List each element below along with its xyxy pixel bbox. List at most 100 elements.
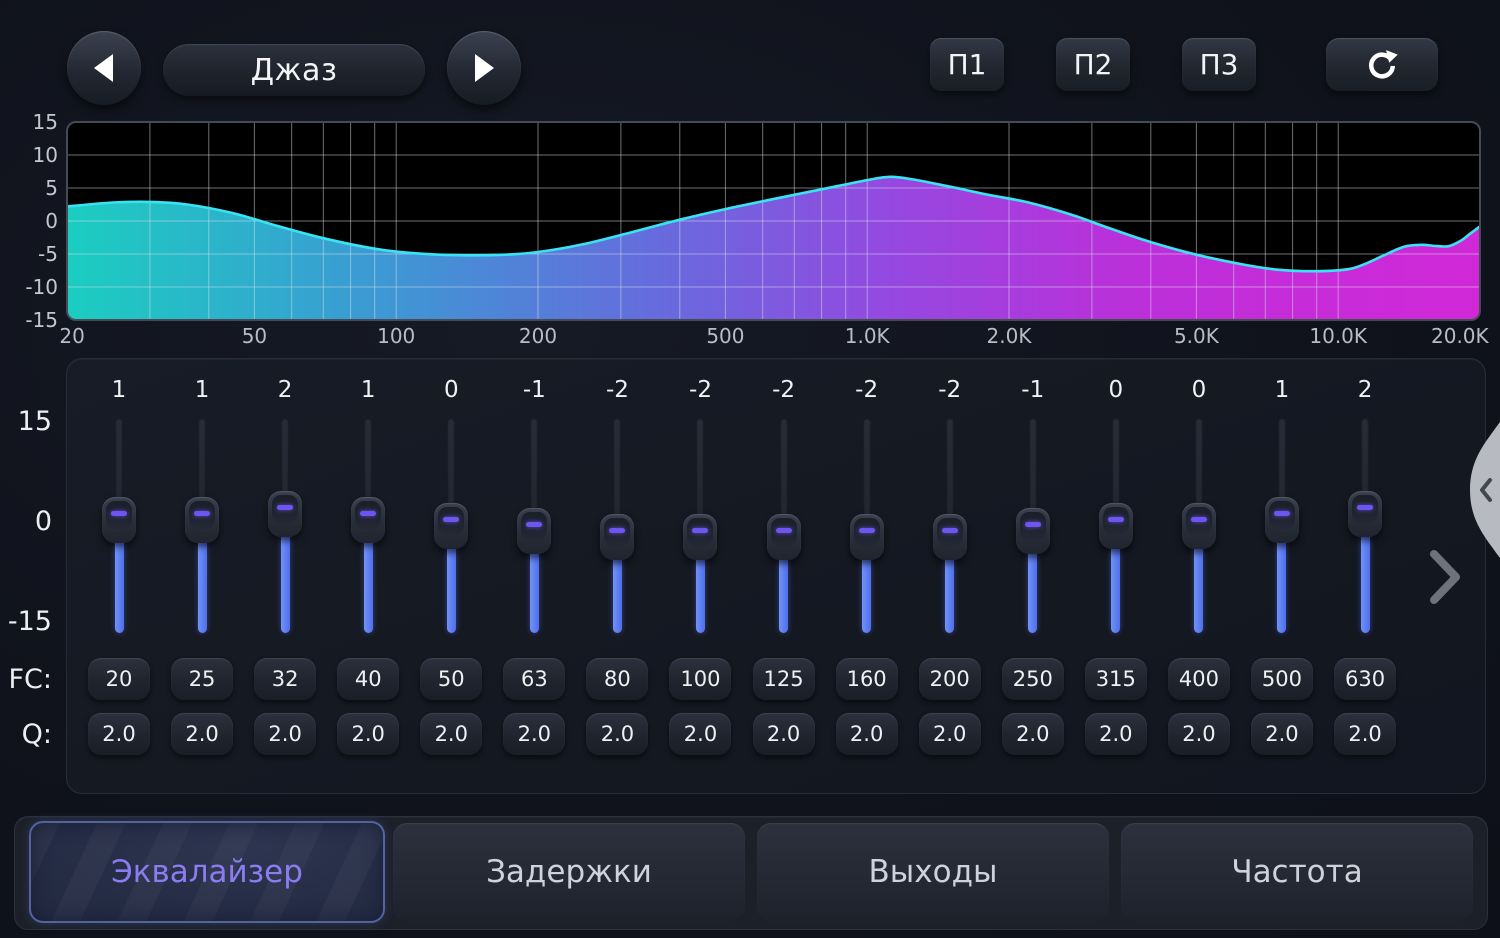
band-slider-fill [862,554,871,633]
band-q-button[interactable]: 2.0 [171,713,233,755]
side-drawer-handle[interactable] [1462,422,1500,562]
thumb-dash-icon [443,517,459,522]
band-slider-fill [1194,543,1203,634]
thumb-dash-icon [1357,505,1373,510]
band-fc-button[interactable]: 63 [503,658,565,700]
graph-y-tick: 0 [6,210,58,232]
prev-icon [89,51,119,85]
next-preset-button[interactable] [447,31,521,105]
band-fc-button[interactable]: 630 [1334,658,1396,700]
band-slider-thumb[interactable] [767,514,801,560]
graph-y-tick: 15 [6,111,58,133]
memory-button-2[interactable]: П2 [1056,38,1130,91]
chevron-right-icon [1428,548,1462,606]
band-fc-button[interactable]: 400 [1168,658,1230,700]
band-slider-thumb[interactable] [185,497,219,543]
band-q-button[interactable]: 2.0 [503,713,565,755]
band-gain-value: 2 [278,377,293,403]
graph-x-tick: 500 [706,324,744,348]
preset-name-label: Джаз [251,53,338,88]
band-q-button[interactable]: 2.0 [254,713,316,755]
band-q-button[interactable]: 2.0 [586,713,648,755]
band-q-button[interactable]: 2.0 [1334,713,1396,755]
band-slider-thumb[interactable] [268,491,302,537]
memory-button-3[interactable]: П3 [1182,38,1256,91]
band-q-button[interactable]: 2.0 [420,713,482,755]
band-q-button[interactable]: 2.0 [337,713,399,755]
band-fc-button[interactable]: 80 [586,658,648,700]
band-q-button[interactable]: 2.0 [1002,713,1064,755]
next-icon [469,51,499,85]
band-gain-value: -2 [772,377,795,403]
band-gain-value: -2 [606,377,629,403]
band-gain-value: 2 [1358,377,1373,403]
band-q-button[interactable]: 2.0 [1168,713,1230,755]
band-slider-thumb[interactable] [1265,497,1299,543]
band-q-button[interactable]: 2.0 [1251,713,1313,755]
graph-x-tick: 20 [59,324,84,348]
tab-delays[interactable]: Задержки [393,823,745,921]
band-gain-value: 1 [112,377,127,403]
band-q-button[interactable]: 2.0 [753,713,815,755]
band-slider-fill [1111,543,1120,634]
thumb-dash-icon [1191,517,1207,522]
band-slider-thumb[interactable] [1182,503,1216,549]
band-slider-thumb[interactable] [683,514,717,560]
band-slider-thumb[interactable] [1016,508,1050,554]
band-fc-button[interactable]: 125 [753,658,815,700]
graph-y-tick: -10 [6,276,58,298]
tab-outputs[interactable]: Выходы [757,823,1109,921]
preset-name[interactable]: Джаз [163,44,425,96]
band-fc-button[interactable]: 250 [1002,658,1064,700]
band-q-button[interactable]: 2.0 [1085,713,1147,755]
band-fc-button[interactable]: 40 [337,658,399,700]
band-slider-fill [530,548,539,633]
more-bands-button[interactable] [1428,548,1462,610]
tab-label: Выходы [869,854,998,890]
band-slider-fill [1277,537,1286,633]
band-slider-fill [447,543,456,634]
band-slider-fill [1361,531,1370,633]
band-slider-fill [115,537,124,633]
band-fc-button[interactable]: 315 [1085,658,1147,700]
band-gain-value: 1 [195,377,210,403]
band-slider-thumb[interactable] [600,514,634,560]
thumb-dash-icon [609,528,625,533]
graph-x-tick: 2.0K [987,324,1032,348]
band-slider-thumb[interactable] [1348,491,1382,537]
tab-equalizer[interactable]: Эквалайзер [29,821,385,923]
prev-preset-button[interactable] [67,31,141,105]
band-slider-thumb[interactable] [517,508,551,554]
band-gain-value: 0 [1192,377,1207,403]
band-q-button[interactable]: 2.0 [669,713,731,755]
band-q-button[interactable]: 2.0 [919,713,981,755]
band-slider-thumb[interactable] [102,497,136,543]
band-slider-thumb[interactable] [434,503,468,549]
band-slider-thumb[interactable] [1099,503,1133,549]
band-fc-button[interactable]: 50 [420,658,482,700]
band-q-button[interactable]: 2.0 [88,713,150,755]
band-fc-button[interactable]: 32 [254,658,316,700]
band-slider-fill [945,554,954,633]
thumb-dash-icon [1274,511,1290,516]
band-fc-button[interactable]: 160 [836,658,898,700]
tab-frequency[interactable]: Частота [1121,823,1473,921]
graph-x-tick: 5.0K [1174,324,1219,348]
band-q-button[interactable]: 2.0 [836,713,898,755]
band-slider-thumb[interactable] [850,514,884,560]
band-slider-thumb[interactable] [351,497,385,543]
memory-button-1[interactable]: П1 [930,38,1004,91]
thumb-dash-icon [1108,517,1124,522]
band-fc-button[interactable]: 25 [171,658,233,700]
band-slider-thumb[interactable] [933,514,967,560]
band-gain-value: 1 [361,377,376,403]
graph-y-tick: -15 [6,309,58,331]
band-fc-button[interactable]: 20 [88,658,150,700]
reset-button[interactable] [1326,38,1438,91]
band-fc-button[interactable]: 200 [919,658,981,700]
band-fc-button[interactable]: 100 [669,658,731,700]
graph-x-tick: 20.0K [1431,324,1489,348]
band-fc-button[interactable]: 500 [1251,658,1313,700]
q-row-label: Q: [0,719,52,750]
bottom-tab-bar: ЭквалайзерЗадержки Выходы Частота [14,816,1488,930]
